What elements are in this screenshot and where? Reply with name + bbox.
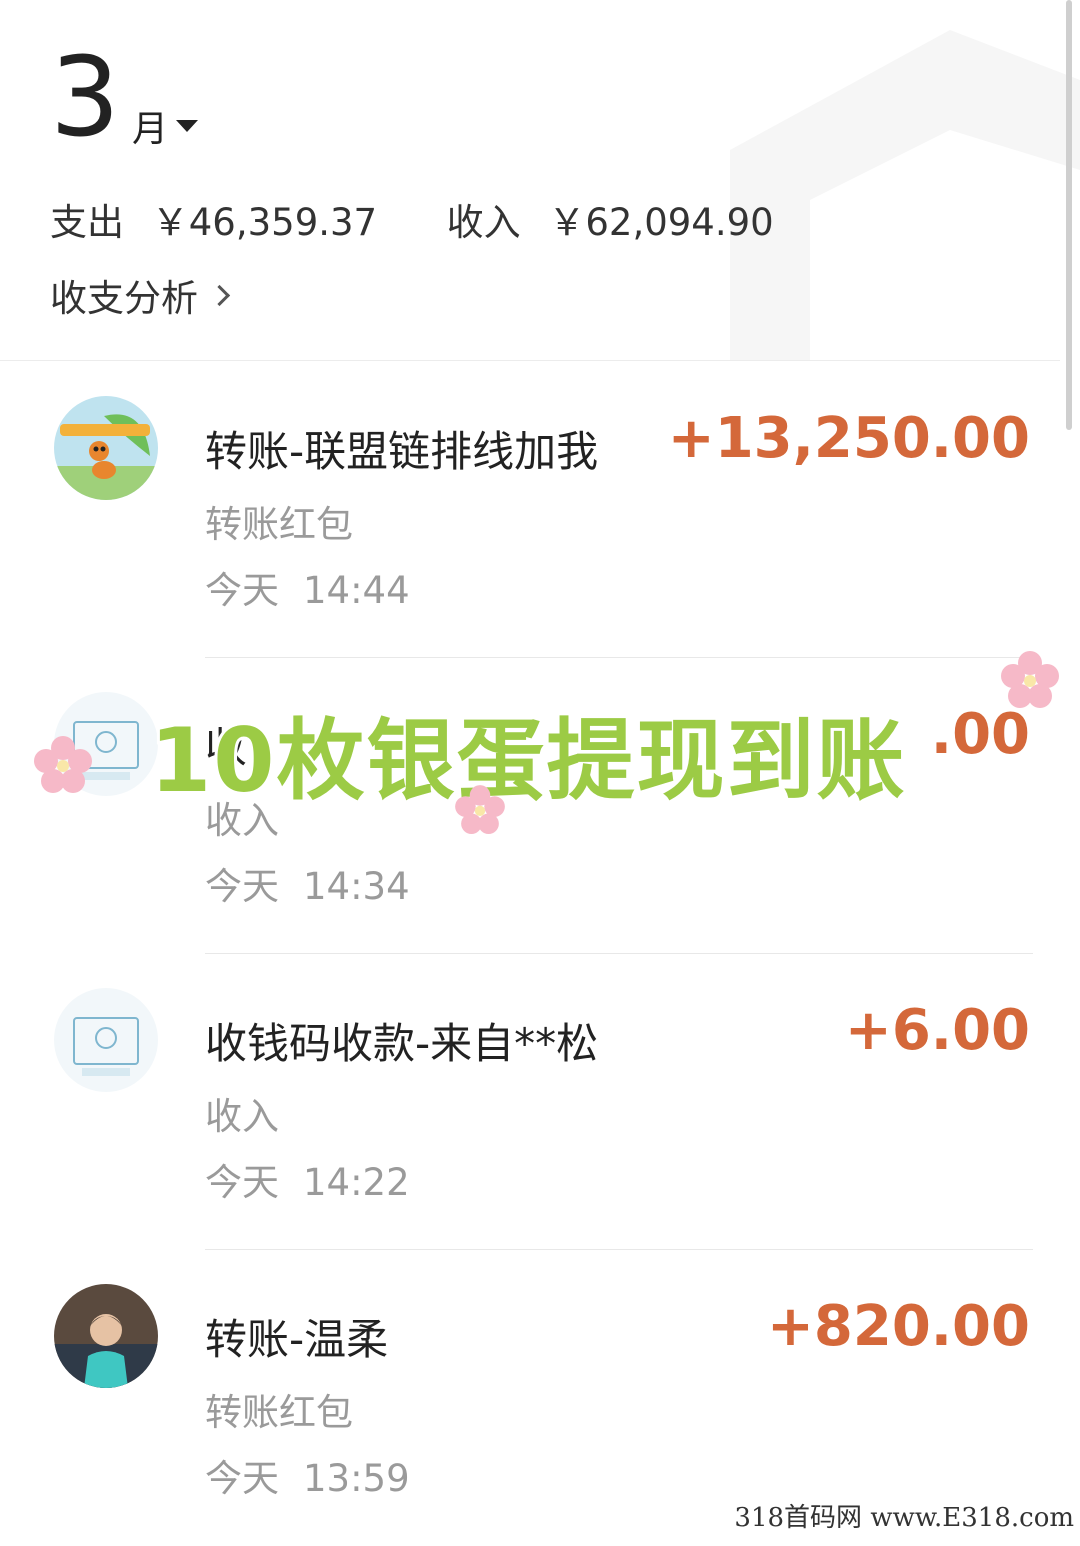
- transaction-amount: +820.00: [766, 1294, 1030, 1359]
- transaction-clock: 14:22: [303, 1161, 410, 1204]
- transaction-clock: 14:44: [303, 569, 410, 612]
- qr-collection-avatar: [54, 988, 158, 1092]
- month-summary: 支出 ￥46,359.37 收入 ￥62,094.90: [50, 192, 774, 246]
- transaction-time: 今天 14:44: [205, 560, 410, 614]
- transaction-day: 今天: [205, 1457, 279, 1500]
- flower-decoration-icon: [34, 736, 92, 793]
- transaction-day: 今天: [205, 865, 279, 908]
- transaction-time: 今天 14:22: [205, 1152, 410, 1206]
- month-number: 3: [50, 33, 120, 161]
- transaction-subtitle: 转账红包: [205, 1391, 353, 1434]
- flower-decoration-icon: [455, 785, 505, 834]
- banner-text: 10枚银蛋提现到账: [147, 706, 907, 815]
- month-header: 3 月 支出 ￥46,359.37 收入 ￥62,094.90 收支分析: [0, 0, 1080, 362]
- analysis-link[interactable]: 收支分析: [50, 268, 231, 322]
- expense-label: 支出: [50, 201, 124, 244]
- promo-banner-overlay: 10枚银蛋提现到账: [147, 690, 970, 815]
- transaction-time: 今天 13:59: [205, 1448, 410, 1502]
- person-photo-avatar: [54, 1284, 158, 1388]
- transaction-amount: +6.00: [844, 998, 1030, 1063]
- transaction-subtitle: 收入: [205, 1095, 279, 1138]
- flower-decoration-icon: [1001, 651, 1059, 708]
- transaction-row[interactable]: 转账-联盟链排线加我 +13,250.00 转账红包 今天 14:44: [0, 362, 1080, 658]
- income-label: 收入: [446, 201, 521, 244]
- month-unit-label: 月: [132, 109, 169, 150]
- transaction-title: 收钱码收款-来自**松: [205, 1019, 599, 1068]
- expense-value: ￥46,359.37: [151, 201, 378, 244]
- month-selector[interactable]: 月: [132, 100, 199, 152]
- income-value: ￥62,094.90: [548, 201, 774, 244]
- transaction-title: 转账-联盟链排线加我: [205, 427, 599, 476]
- ant-cartoon-avatar: [54, 396, 158, 500]
- transaction-row[interactable]: 收钱码收款-来自**松 +6.00 收入 今天 14:22: [0, 954, 1080, 1250]
- transaction-clock: 14:34: [303, 865, 410, 908]
- transaction-amount: +13,250.00: [667, 406, 1030, 471]
- transaction-title: 转账-温柔: [205, 1315, 389, 1364]
- transaction-subtitle: 转账红包: [205, 503, 353, 546]
- caret-down-icon: [176, 120, 199, 132]
- transaction-day: 今天: [205, 1161, 279, 1204]
- watermark: 318首码网 www.E318.com: [734, 1503, 1074, 1533]
- header-divider: [0, 360, 1060, 361]
- transaction-clock: 13:59: [303, 1457, 410, 1500]
- chevron-right-icon: [208, 284, 231, 306]
- transaction-time: 今天 14:34: [205, 856, 410, 910]
- transaction-day: 今天: [205, 569, 279, 612]
- analysis-label: 收支分析: [50, 277, 198, 320]
